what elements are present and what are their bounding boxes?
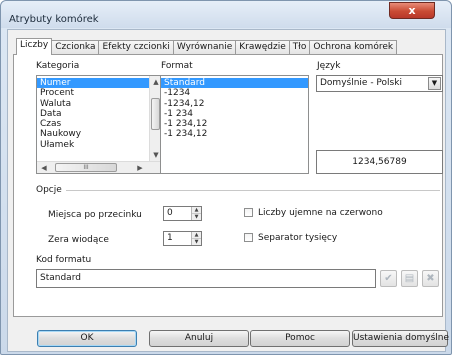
tab-panel-liczby: Kategoria Numer Procent Waluta Data Czas… — [13, 54, 443, 317]
category-hscroll-thumb[interactable]: III — [55, 163, 117, 172]
tab-liczby[interactable]: Liczby — [16, 38, 53, 55]
leading-zeros-label: Zera wiodące — [48, 235, 109, 245]
tab-wyrownanie[interactable]: Wyrównanie — [172, 40, 237, 55]
defaults-button[interactable]: Ustawienia domyślne — [352, 330, 449, 347]
checkmark-icon[interactable]: ✔ — [380, 270, 397, 287]
tab-bar: Liczby Czcionka Efekty czcionki Wyrównan… — [16, 38, 398, 55]
close-icon: x — [408, 4, 416, 17]
delete-icon[interactable]: ✖ — [422, 270, 439, 287]
category-vscroll-thumb[interactable] — [151, 98, 160, 130]
language-label: Język — [317, 61, 341, 71]
negative-red-label[interactable]: Liczby ujemne na czerwono — [258, 208, 383, 218]
category-item-naukowy[interactable]: Naukowy — [37, 129, 149, 139]
thousands-separator-label[interactable]: Separator tysięcy — [258, 233, 337, 243]
decimal-places-stepper[interactable]: 0 ▲ ▼ — [163, 206, 202, 221]
decimal-places-label: Miejsca po przecinku — [48, 210, 142, 220]
window-title: Atrybuty komórek — [9, 14, 99, 25]
leading-zeros-stepper[interactable]: 1 ▲ ▼ — [163, 231, 202, 246]
leading-zeros-spin-buttons[interactable]: ▲ ▼ — [191, 232, 201, 245]
category-item-waluta[interactable]: Waluta — [37, 99, 149, 109]
decimal-places-spin-buttons[interactable]: ▲ ▼ — [191, 207, 201, 220]
spin-down-icon[interactable]: ▼ — [192, 214, 201, 221]
thousands-separator-checkbox[interactable] — [244, 233, 253, 242]
tab-ochrona-komorek[interactable]: Ochrona komórek — [309, 40, 398, 55]
preview-value: 1234,56789 — [352, 157, 407, 167]
tab-efekty-czcionki[interactable]: Efekty czcionki — [98, 40, 174, 55]
spin-down-icon[interactable]: ▼ — [192, 239, 201, 246]
format-item[interactable]: -1234,12 — [161, 99, 308, 109]
tab-krawedzie[interactable]: Krawędzie — [235, 40, 290, 55]
tab-czcionka[interactable]: Czcionka — [51, 40, 100, 55]
options-separator — [66, 190, 440, 191]
format-item[interactable]: -1234 — [161, 88, 308, 98]
options-label: Opcje — [36, 185, 62, 195]
format-item[interactable]: Standard — [161, 78, 308, 89]
format-code-value: Standard — [40, 273, 81, 283]
format-code-input[interactable]: Standard — [36, 269, 376, 288]
help-button[interactable]: Pomoc — [250, 330, 350, 347]
format-listbox[interactable]: Standard -1234 -1234,12 -1 234 -1 234,12… — [160, 75, 309, 174]
format-item[interactable]: -1 234,12 — [161, 129, 308, 139]
close-button[interactable]: x — [389, 2, 435, 19]
category-item-procent[interactable]: Procent — [37, 88, 149, 98]
format-code-label: Kod formatu — [36, 255, 92, 265]
format-item[interactable]: -1 234,12 — [161, 119, 308, 129]
scroll-left-icon[interactable]: ◀ — [38, 163, 50, 173]
chevron-down-icon[interactable]: ▼ — [428, 77, 441, 90]
decimal-places-value: 0 — [167, 208, 173, 218]
scroll-right-icon[interactable]: ▶ — [134, 163, 146, 173]
category-listbox[interactable]: Numer Procent Waluta Data Czas Naukowy U… — [36, 75, 162, 174]
negative-red-checkbox[interactable] — [244, 208, 253, 217]
category-label: Kategoria — [36, 61, 80, 71]
tab-tlo[interactable]: Tło — [288, 40, 311, 55]
category-item-czas[interactable]: Czas — [37, 119, 149, 129]
language-select[interactable]: Domyślnie - Polski ▼ — [316, 75, 443, 92]
category-item-numer[interactable]: Numer — [37, 78, 149, 89]
category-hscrollbar[interactable]: ◀ III ▶ — [37, 161, 161, 173]
category-item-data[interactable]: Data — [37, 109, 149, 119]
title-bar[interactable]: Atrybuty komórek x — [1, 1, 451, 28]
leading-zeros-value: 1 — [167, 233, 173, 243]
edit-comment-icon[interactable]: ▤ — [401, 270, 418, 287]
format-preview: 1234,56789 — [316, 150, 443, 174]
format-label: Format — [161, 61, 193, 71]
ok-button[interactable]: OK — [37, 330, 137, 347]
format-item[interactable]: -1 234 — [161, 109, 308, 119]
cancel-button[interactable]: Anuluj — [149, 330, 249, 347]
language-value: Domyślnie - Polski — [320, 78, 402, 88]
category-item-ulamek[interactable]: Ułamek — [37, 140, 149, 150]
